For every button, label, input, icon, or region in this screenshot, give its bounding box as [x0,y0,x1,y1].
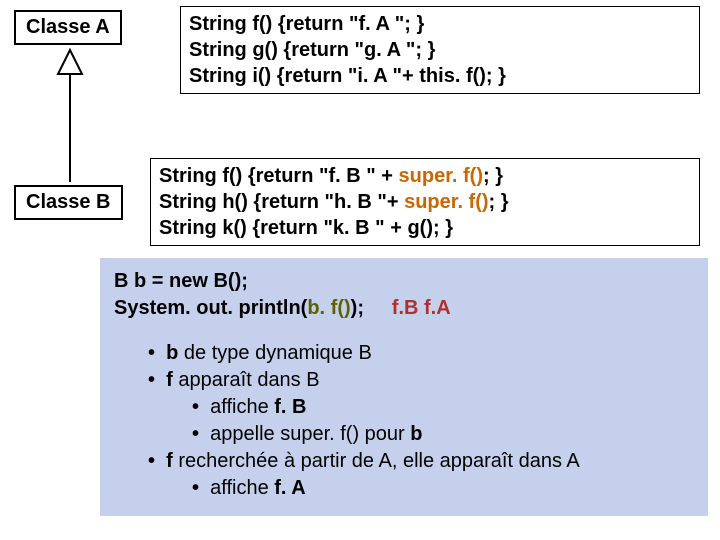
output-panel: B b = new B(); System. out. println(b. f… [100,258,708,516]
class-b-label: Classe B [26,191,111,213]
class-a-method-i: String i() {return "i. A "+ this. f(); } [189,63,691,89]
note-2b: • appelle super. f() pour b [114,421,694,448]
inheritance-arrow-icon [50,46,90,186]
class-a-label: Classe A [26,16,110,38]
class-b-method-h: String h() {return "h. B "+ super. f(); … [159,189,691,215]
class-b-method-f: String f() {return "f. B " + super. f();… [159,163,691,189]
note-2: • f apparaît dans B [114,367,694,394]
note-3a: • affiche f. A [114,475,694,502]
exec-line-1: B b = new B(); [114,268,694,295]
note-3: • f recherchée à partir de A, elle appar… [114,448,694,475]
class-a-method-f: String f() {return "f. A "; } [189,11,691,37]
note-1: • b de type dynamique B [114,340,694,367]
exec-line-2: System. out. println(b. f()); f.B f.A [114,295,694,322]
class-a-methods: String f() {return "f. A "; } String g()… [180,6,700,94]
class-b-method-k: String k() {return "k. B " + g(); } [159,215,691,241]
class-a-method-g: String g() {return "g. A "; } [189,37,691,63]
note-2a: • affiche f. B [114,394,694,421]
class-b-methods: String f() {return "f. B " + super. f();… [150,158,700,246]
exec-output: f.B f.A [392,297,451,319]
class-b-box: Classe B [14,185,123,220]
class-a-box: Classe A [14,10,122,45]
